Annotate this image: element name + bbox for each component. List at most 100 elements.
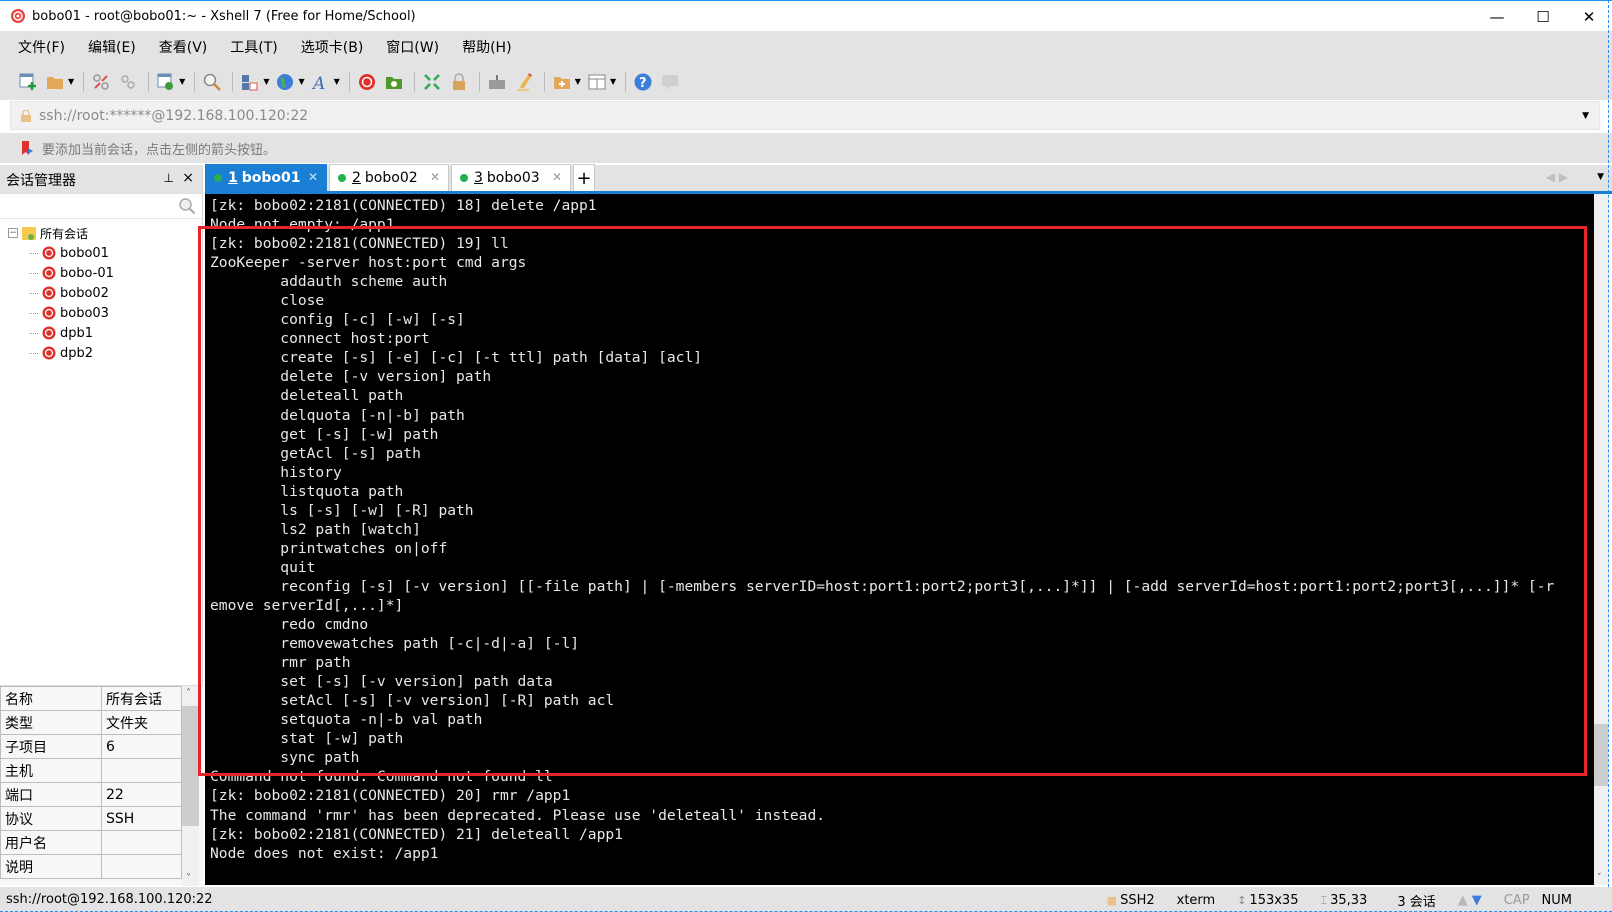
new-tab-button[interactable]: + <box>573 164 595 191</box>
open-dropdown-icon[interactable]: ▼ <box>68 77 74 86</box>
new-session-icon[interactable] <box>16 70 40 94</box>
help-icon[interactable]: ? <box>631 70 655 94</box>
xftp-icon[interactable] <box>382 70 406 94</box>
connected-status-icon <box>338 174 346 182</box>
scroll-down-icon[interactable]: ˅ <box>1597 873 1602 883</box>
tab-label: bobo01 <box>241 170 301 186</box>
new-tab-group-icon[interactable] <box>550 70 574 94</box>
terminal-line: setquota -n|-b val path <box>210 711 483 729</box>
fullscreen-icon[interactable] <box>420 70 444 94</box>
toolbar-separator <box>232 71 234 92</box>
status-cursor: ⌶ 35,33 <box>1320 893 1367 908</box>
property-row: 名称 所有会话 <box>0 686 182 711</box>
status-protocol: ■ SSH2 <box>1107 893 1155 908</box>
tab-close-icon[interactable]: ✕ <box>430 170 440 184</box>
layout-dropdown-icon[interactable]: ▼ <box>610 77 616 86</box>
properties-dropdown-icon[interactable]: ▼ <box>179 77 185 86</box>
tab-group-dropdown-icon[interactable]: ▼ <box>575 77 581 86</box>
xshell-icon[interactable] <box>355 70 379 94</box>
address-value[interactable]: ssh://root:******@192.168.100.120:22 <box>39 108 308 124</box>
session-manager-title: 会话管理器 <box>6 172 76 189</box>
panel-close-icon[interactable]: × <box>182 170 194 186</box>
property-row: 主机 <box>0 758 182 783</box>
address-bar[interactable]: ssh://root:******@192.168.100.120:22 ▼ <box>10 101 1600 130</box>
close-button[interactable]: ✕ <box>1566 1 1612 32</box>
maximize-button[interactable]: ☐ <box>1520 1 1566 32</box>
session-item[interactable]: dpb1 <box>0 323 202 343</box>
property-value <box>101 830 182 855</box>
menu-tabs[interactable]: 选项卡(B) <box>297 37 368 57</box>
terminal-output: [zk: bobo02:2181(CONNECTED) 18] delete /… <box>205 194 1594 863</box>
tab-close-icon[interactable]: ✕ <box>308 170 318 184</box>
globe-icon[interactable] <box>273 70 297 94</box>
session-item[interactable]: bobo03 <box>0 303 202 323</box>
font-dropdown-icon[interactable]: ▼ <box>334 77 340 86</box>
session-item[interactable]: bobo-01 <box>0 263 202 283</box>
terminal[interactable]: [zk: bobo02:2181(CONNECTED) 18] delete /… <box>205 194 1594 885</box>
tab-bobo02[interactable]: 2 bobo02 ✕ <box>329 164 449 191</box>
transfer-icon[interactable] <box>238 70 262 94</box>
search-icon[interactable] <box>178 197 196 215</box>
svg-text:A: A <box>311 74 325 92</box>
toolbar-separator <box>148 71 150 92</box>
terminal-scrollbar[interactable]: ˅ <box>1594 194 1608 885</box>
find-icon[interactable] <box>200 70 224 94</box>
session-icon <box>42 306 56 320</box>
address-dropdown-icon[interactable]: ▼ <box>1582 111 1589 121</box>
pin-icon[interactable]: ⊥ <box>164 171 174 185</box>
menu-view[interactable]: 查看(V) <box>155 37 212 57</box>
reconnect-icon[interactable] <box>89 70 113 94</box>
menu-bar: 文件(F) 编辑(E) 查看(V) 工具(T) 选项卡(B) 窗口(W) 帮助(… <box>0 31 1612 63</box>
scrollbar-thumb[interactable] <box>182 706 199 826</box>
status-connection: ssh://root@192.168.100.120:22 <box>6 891 213 907</box>
lock-icon[interactable] <box>447 70 471 94</box>
layout-icon[interactable] <box>585 70 609 94</box>
status-num-lock: NUM <box>1541 893 1572 908</box>
terminal-line: sync path <box>210 749 360 767</box>
terminal-line: addauth scheme auth <box>210 273 448 291</box>
scroll-up-icon[interactable]: ˄ <box>186 688 191 699</box>
terminal-line: Command not found: Command not found ll <box>210 768 553 786</box>
font-icon[interactable]: A <box>309 70 333 94</box>
transfer-dropdown-icon[interactable]: ▼ <box>263 77 269 86</box>
properties-icon[interactable] <box>154 70 178 94</box>
menu-tools[interactable]: 工具(T) <box>226 37 281 57</box>
scroll-down-icon[interactable]: ˅ <box>186 873 191 884</box>
tab-close-icon[interactable]: ✕ <box>552 170 562 184</box>
property-key: 名称 <box>0 686 102 711</box>
menu-window[interactable]: 窗口(W) <box>382 37 443 57</box>
highlight-icon[interactable] <box>512 70 536 94</box>
tab-bobo01[interactable]: 1 bobo01 ✕ <box>205 164 327 191</box>
tab-number: 2 <box>352 170 361 186</box>
bookmark-arrow-icon[interactable] <box>20 140 36 156</box>
chat-icon[interactable] <box>658 70 682 94</box>
tab-bobo03[interactable]: 3 bobo03 ✕ <box>451 164 571 191</box>
xshell-app-icon <box>11 9 25 23</box>
menu-edit[interactable]: 编辑(E) <box>84 37 140 57</box>
property-row: 协议 SSH <box>0 806 182 831</box>
properties-scrollbar[interactable]: ˄ ˅ <box>182 686 199 886</box>
menu-help[interactable]: 帮助(H) <box>458 37 515 57</box>
keyboard-icon[interactable] <box>485 70 509 94</box>
terminal-line: get [-s] [-w] path <box>210 425 439 443</box>
terminal-line: [zk: bobo02:2181(CONNECTED) 20] rmr /app… <box>210 787 571 805</box>
session-item[interactable]: bobo01 <box>0 243 202 263</box>
property-value: 6 <box>101 734 182 759</box>
session-item[interactable]: bobo02 <box>0 283 202 303</box>
open-folder-icon[interactable] <box>43 70 67 94</box>
tree-root-all-sessions[interactable]: − 所有会话 <box>0 223 202 243</box>
disconnect-icon[interactable] <box>116 70 140 94</box>
property-key: 用户名 <box>0 830 102 855</box>
globe-dropdown-icon[interactable]: ▼ <box>298 77 304 86</box>
session-item[interactable]: dpb2 <box>0 343 202 363</box>
status-size: ↕ 153x35 <box>1237 893 1298 908</box>
tree-root-label: 所有会话 <box>40 226 89 241</box>
session-search-input[interactable] <box>4 194 174 218</box>
minimize-button[interactable]: — <box>1474 1 1520 32</box>
lock-icon: ■ <box>1106 894 1118 907</box>
scrollbar-thumb[interactable] <box>1594 724 1608 786</box>
menu-file[interactable]: 文件(F) <box>14 37 69 57</box>
tab-scroll-arrows-icon[interactable]: ◀ ▶ <box>1546 170 1568 184</box>
tab-list-dropdown-icon[interactable]: ▼ <box>1597 172 1604 182</box>
collapse-toggle-icon[interactable]: − <box>8 228 18 238</box>
